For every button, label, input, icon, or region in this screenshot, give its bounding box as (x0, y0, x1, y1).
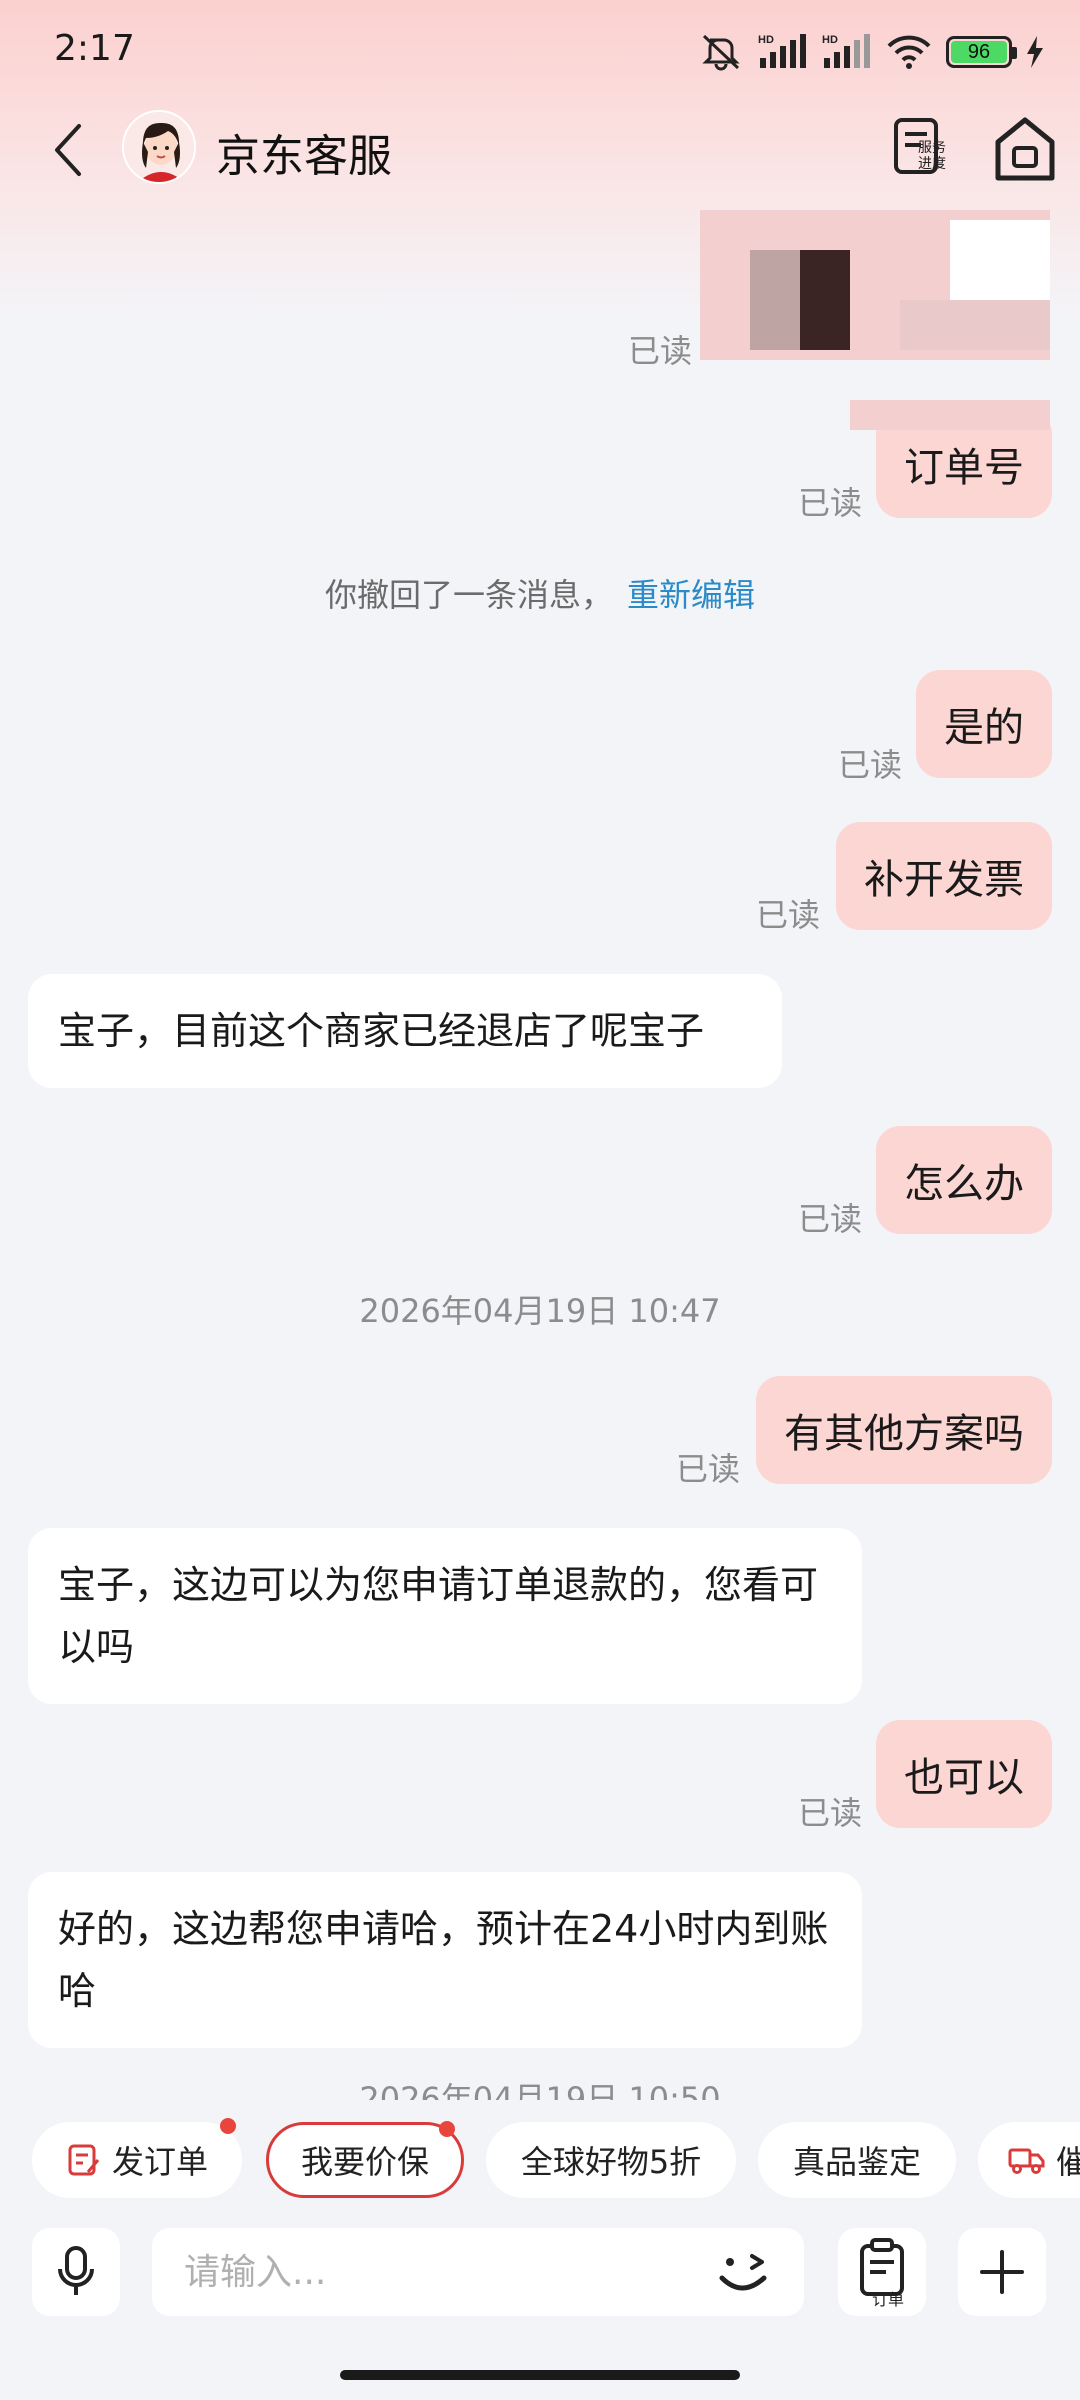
outgoing-message[interactable]: 也可以 (876, 1720, 1052, 1828)
pixelated-tile (900, 300, 1050, 350)
authenticity-label: 真品鉴定 (792, 2143, 921, 2181)
send-order-chip[interactable]: 发订单 (32, 2118, 242, 2198)
notification-dot (220, 2118, 236, 2134)
service-progress-button[interactable]: 服务进度 (892, 114, 956, 186)
mute-vibrate-icon (698, 32, 744, 72)
read-receipt: 已读 (798, 484, 863, 522)
outgoing-message[interactable]: 补开发票 (836, 822, 1052, 930)
signal-1-icon: HD (758, 32, 808, 72)
status-bar: 2:17 HD HD 96 (0, 0, 1080, 100)
pixelated-tile (750, 250, 800, 350)
price-protection-chip[interactable]: 我要价保 (266, 2121, 464, 2198)
read-receipt: 已读 (798, 1200, 863, 1238)
outgoing-message[interactable]: 有其他方案吗 (756, 1376, 1052, 1484)
outgoing-message[interactable]: 怎么办 (876, 1126, 1052, 1234)
status-time: 2:17 (54, 28, 135, 69)
outgoing-message[interactable]: 是的 (916, 670, 1052, 778)
quick-actions-bar: 发订单 我要价保 全球好物5折 真品鉴定 催 (0, 2100, 1080, 2224)
battery-icon: 96 (946, 36, 1017, 68)
service-progress-label: 服务进度 (918, 140, 946, 172)
read-receipt: 已读 (798, 1794, 863, 1832)
voice-button[interactable] (32, 2228, 120, 2316)
urge-delivery-chip[interactable]: 催 (978, 2122, 1080, 2198)
input-row: 订单 (0, 2224, 1080, 2334)
incoming-message[interactable]: 宝子，目前这个商家已经退店了呢宝子 (28, 974, 782, 1088)
emoji-wink-icon (719, 2254, 767, 2291)
message-input[interactable] (152, 2228, 804, 2316)
price-protection-label: 我要价保 (300, 2143, 429, 2181)
pixelated-tile (800, 250, 850, 350)
more-button[interactable] (958, 2228, 1046, 2316)
read-receipt: 已读 (838, 746, 903, 784)
charging-icon (1026, 36, 1044, 68)
microphone-icon (58, 2246, 94, 2295)
store-button[interactable] (990, 112, 1060, 188)
chevron-left-icon (55, 124, 81, 176)
recall-notice: 你撤回了一条消息， 重新编辑 (0, 570, 1080, 616)
send-order-label: 发订单 (111, 2143, 208, 2181)
read-receipt: 已读 (628, 332, 693, 370)
agent-avatar[interactable] (122, 110, 196, 184)
truck-icon (1008, 2148, 1045, 2174)
orders-button[interactable]: 订单 (838, 2228, 926, 2316)
signal-2-icon: HD (822, 32, 872, 72)
wifi-icon (886, 34, 932, 70)
pixelated-tile (850, 400, 1050, 430)
order-edit-icon (68, 2144, 100, 2176)
chat-timestamp: 2026年04月19日 10:47 (359, 1292, 721, 1330)
battery-level: 96 (951, 41, 1007, 63)
global-deals-chip[interactable]: 全球好物5折 (486, 2122, 736, 2198)
re-edit-link[interactable]: 重新编辑 (627, 576, 755, 614)
svg-text:HD: HD (822, 34, 838, 46)
status-icons: HD HD 96 (698, 28, 1044, 76)
chat-timestamp-partial: 2026年04月19日 10:50 (359, 2080, 721, 2100)
home-indicator[interactable] (340, 2370, 740, 2380)
authenticity-chip[interactable]: 真品鉴定 (758, 2122, 956, 2198)
back-button[interactable] (38, 118, 98, 182)
emoji-button[interactable] (712, 2242, 776, 2302)
read-receipt: 已读 (676, 1450, 741, 1488)
pixelated-tile (950, 220, 1050, 300)
global-deals-label: 全球好物5折 (520, 2143, 702, 2181)
orders-label: 订单 (872, 2290, 905, 2309)
read-receipt: 已读 (756, 896, 821, 934)
recall-text: 你撤回了一条消息， (324, 576, 613, 614)
chat-title: 京东客服 (216, 131, 392, 182)
incoming-message[interactable]: 宝子，这边可以为您申请订单退款的，您看可以吗 (28, 1528, 862, 1704)
incoming-message[interactable]: 好的，这边帮您申请哈，预计在24小时内到账哈 (28, 1872, 862, 2048)
chat-header: 京东客服 服务进度 (0, 100, 1080, 200)
plus-icon (980, 2250, 1024, 2294)
notification-dot (439, 2121, 455, 2137)
svg-text:HD: HD (758, 34, 774, 46)
store-icon (995, 117, 1055, 181)
urge-delivery-label: 催 (1056, 2143, 1080, 2181)
